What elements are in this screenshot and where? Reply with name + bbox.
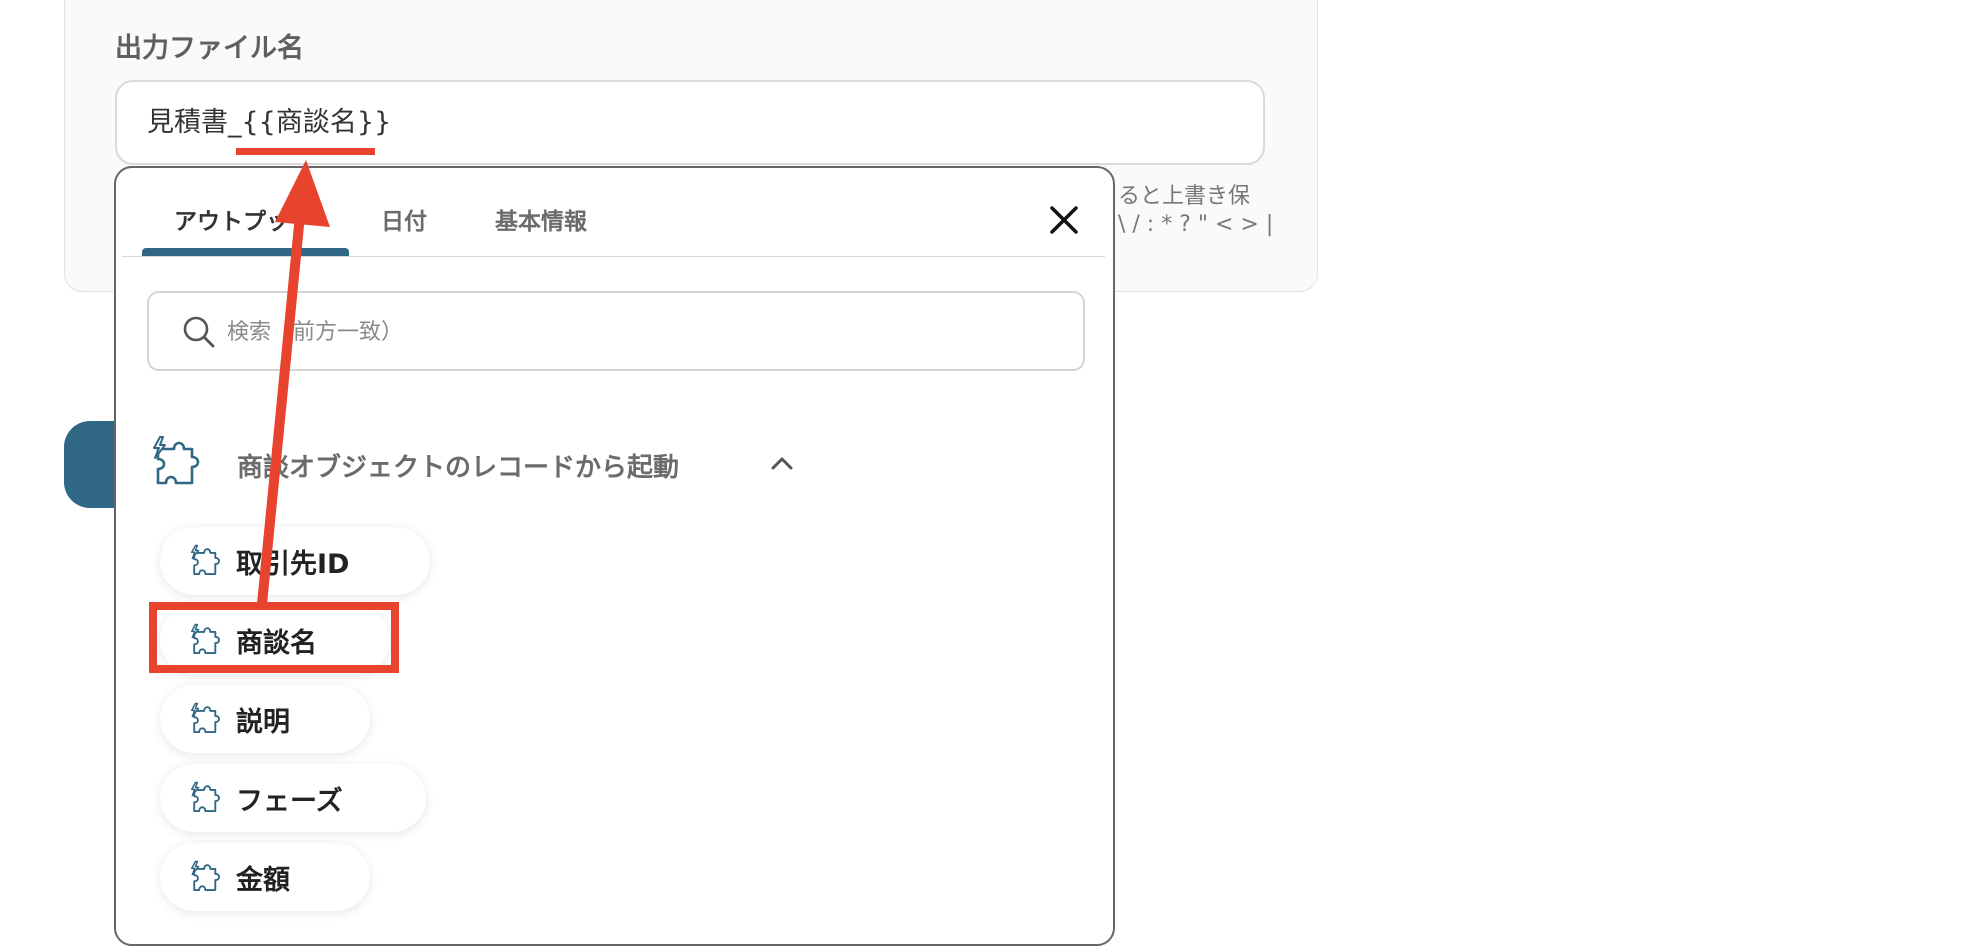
list-item-opportunity-name[interactable]: 商談名 [160, 606, 390, 674]
list-item-label: 説明 [236, 706, 290, 738]
search-icon [183, 316, 215, 348]
hint-text-line2: \ / : * ? " < > | [1118, 212, 1274, 237]
tab-divider [122, 256, 1105, 257]
puzzle-lightning-icon [190, 623, 220, 654]
tab-date[interactable]: 日付 [381, 202, 427, 236]
chevron-up-icon [771, 457, 793, 470]
search-input[interactable] [225, 311, 929, 353]
list-item-phase[interactable]: フェーズ [160, 764, 426, 832]
list-item-label: フェーズ [236, 785, 343, 817]
list-item-label: 取引先ID [236, 548, 350, 580]
list-item-label: 金額 [236, 864, 290, 896]
puzzle-lightning-icon [190, 702, 220, 733]
hint-text-line1: ると上書き保 [1118, 184, 1251, 209]
puzzle-lightning-icon [190, 544, 220, 575]
tab-basic-info[interactable]: 基本情報 [495, 202, 587, 236]
list-item-description[interactable]: 説明 [160, 685, 370, 753]
section-header-opportunity-trigger[interactable]: 商談オブジェクトのレコードから起動 [148, 433, 848, 493]
section-title: 商談オブジェクトのレコードから起動 [237, 453, 680, 483]
tab-output[interactable]: アウトプット [174, 202, 312, 236]
puzzle-lightning-icon [190, 781, 220, 812]
annotation-underline [236, 148, 375, 155]
list-item-account-id[interactable]: 取引先ID [160, 527, 430, 595]
list-item-label: 商談名 [236, 627, 317, 659]
close-icon [1050, 206, 1078, 234]
puzzle-lightning-icon [153, 436, 200, 485]
close-button[interactable] [1044, 200, 1084, 240]
list-item-amount[interactable]: 金額 [160, 843, 370, 911]
active-tab-indicator [142, 248, 349, 256]
output-filename-label: 出力ファイル名 [115, 33, 304, 64]
search-box [147, 291, 1085, 371]
variable-picker-dropdown: アウトプット 日付 基本情報 商談オブジェクトのレコードから起動 取引先ID [114, 166, 1115, 946]
puzzle-lightning-icon [190, 860, 220, 891]
